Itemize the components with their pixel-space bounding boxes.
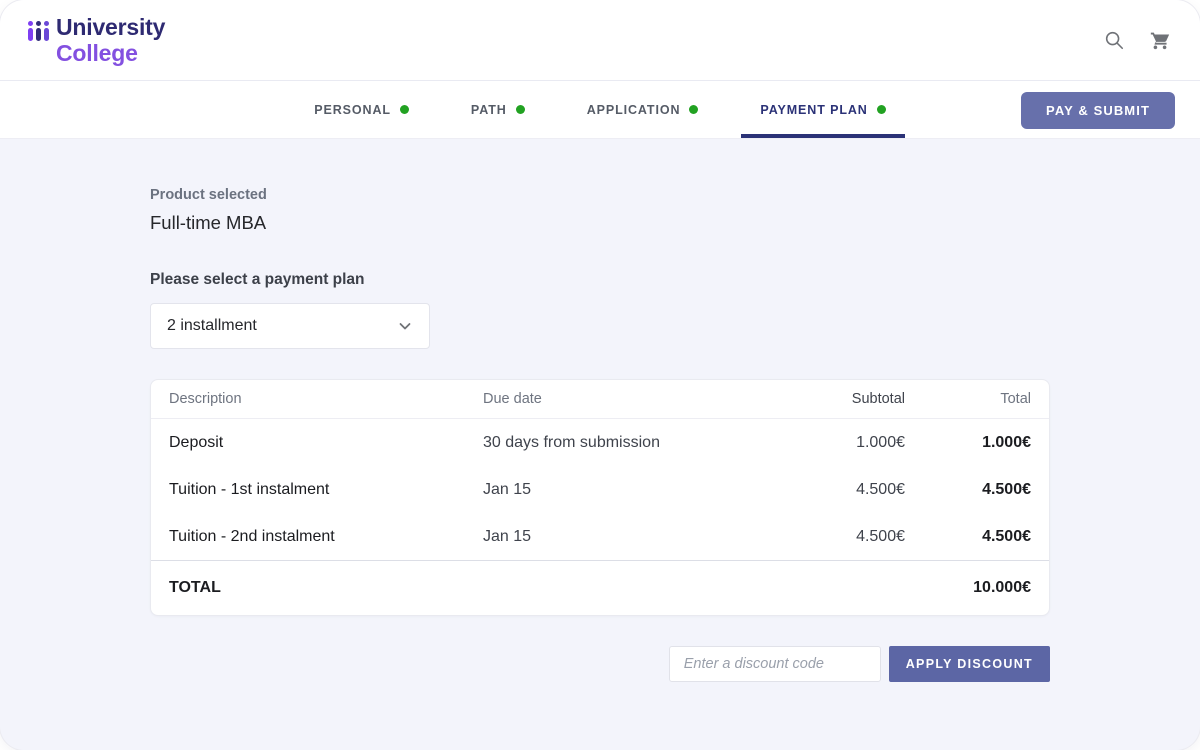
col-header-due-date: Due date: [483, 391, 795, 407]
product-selected-value: Full-time MBA: [150, 212, 1050, 234]
tab-personal[interactable]: PERSONAL: [295, 81, 428, 138]
payment-plan-select[interactable]: 2 installment: [150, 303, 430, 349]
pay-submit-button[interactable]: PAY & SUBMIT: [1021, 92, 1175, 129]
completed-dot-icon: [877, 105, 886, 114]
cell-total: 1.000€: [905, 434, 1031, 452]
cell-subtotal: 1.000€: [795, 434, 905, 452]
tab-application[interactable]: APPLICATION: [568, 81, 718, 138]
cell-subtotal: 4.500€: [795, 528, 905, 546]
total-value: 10.000€: [905, 579, 1031, 597]
header-actions: [1102, 28, 1172, 52]
brand-line-2: College: [56, 40, 165, 66]
discount-code-input[interactable]: [669, 646, 881, 682]
col-header-description: Description: [169, 391, 483, 407]
tab-label: PERSONAL: [314, 103, 391, 117]
product-selected-label: Product selected: [150, 187, 1050, 203]
search-icon[interactable]: [1102, 28, 1126, 52]
logo-i-glyph: [28, 21, 33, 41]
cell-description: Tuition - 2nd instalment: [169, 528, 483, 546]
selected-plan-value: 2 installment: [167, 317, 257, 335]
brand-logo: University College: [28, 14, 165, 66]
apply-discount-button[interactable]: APPLY DISCOUNT: [889, 646, 1050, 682]
chevron-down-icon: [397, 318, 413, 334]
completed-dot-icon: [516, 105, 525, 114]
plan-select-label: Please select a payment plan: [150, 271, 1050, 289]
completed-dot-icon: [400, 105, 409, 114]
col-header-total: Total: [905, 391, 1031, 407]
cell-due-date: Jan 15: [483, 528, 795, 546]
top-header: University College: [0, 0, 1200, 80]
cell-due-date: 30 days from submission: [483, 434, 795, 452]
brand-icon: [28, 21, 49, 41]
cell-description: Deposit: [169, 434, 483, 452]
payment-table: Description Due date Subtotal Total Depo…: [150, 379, 1050, 616]
tab-label: PATH: [471, 103, 507, 117]
table-row: Deposit 30 days from submission 1.000€ 1…: [151, 419, 1049, 466]
tab-payment-plan[interactable]: PAYMENT PLAN: [741, 81, 904, 138]
table-row: Tuition - 1st instalment Jan 15 4.500€ 4…: [151, 466, 1049, 513]
discount-section: APPLY DISCOUNT: [150, 646, 1050, 682]
progress-nav: PERSONAL PATH APPLICATION PAYMENT PLAN P…: [0, 80, 1200, 139]
completed-dot-icon: [689, 105, 698, 114]
tab-path[interactable]: PATH: [452, 81, 544, 138]
app-window: University College PERSONAL: [0, 0, 1200, 750]
brand-line-1: University: [56, 14, 165, 40]
cell-description: Tuition - 1st instalment: [169, 481, 483, 499]
cell-subtotal: 4.500€: [795, 481, 905, 499]
payment-plan-page: Product selected Full-time MBA Please se…: [0, 139, 1200, 682]
cell-total: 4.500€: [905, 481, 1031, 499]
tab-label: PAYMENT PLAN: [760, 103, 867, 117]
brand-name: University College: [56, 14, 165, 66]
cell-total: 4.500€: [905, 528, 1031, 546]
tab-label: APPLICATION: [587, 103, 681, 117]
total-label: TOTAL: [169, 579, 483, 597]
table-total-row: TOTAL 10.000€: [151, 560, 1049, 615]
logo-i-glyph: [36, 21, 41, 41]
table-row: Tuition - 2nd instalment Jan 15 4.500€ 4…: [151, 513, 1049, 560]
cart-icon[interactable]: [1148, 28, 1172, 52]
cell-due-date: Jan 15: [483, 481, 795, 499]
logo-i-glyph: [44, 21, 49, 41]
col-header-subtotal: Subtotal: [795, 391, 905, 407]
table-header-row: Description Due date Subtotal Total: [151, 380, 1049, 419]
step-tabs: PERSONAL PATH APPLICATION PAYMENT PLAN: [283, 81, 916, 138]
